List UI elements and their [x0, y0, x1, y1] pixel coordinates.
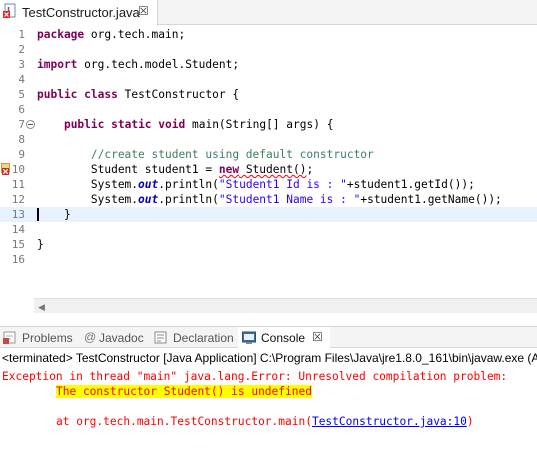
tab-label: Problems: [22, 331, 73, 345]
code-line: 10 Student student1 = new Student();: [0, 162, 537, 177]
console-status-text: <terminated> TestConstructor [Java Appli…: [2, 351, 537, 365]
code-line: 3 import org.tech.model.Student;: [0, 57, 537, 72]
horizontal-scrollbar[interactable]: ◀: [34, 298, 537, 313]
fold-toggle-icon[interactable]: [26, 120, 35, 129]
line-number: 5: [18, 88, 25, 101]
line-number: 7: [18, 118, 25, 131]
tab-label: Javadoc: [99, 331, 144, 345]
java-file-error-icon: J: [3, 3, 16, 18]
code-line: 7 public static void main(String[] args)…: [0, 117, 537, 132]
editor-tab-testconstructor[interactable]: J TestConstructor.java ☒: [0, 0, 158, 26]
at-sign-icon: @: [84, 330, 97, 344]
current-code-line: 13 }: [0, 207, 537, 222]
code-line: 6: [0, 102, 537, 117]
code-text: Student student1 = new Student();: [37, 163, 314, 176]
line-number: 9: [18, 148, 25, 161]
code-text: package org.tech.main;: [37, 28, 186, 41]
code-text: import org.tech.model.Student;: [37, 58, 240, 71]
line-number: 16: [11, 253, 25, 266]
code-editor[interactable]: 1 package org.tech.main; 2 3 import org.…: [0, 26, 537, 313]
code-line: 5 public class TestConstructor {: [0, 87, 537, 102]
line-number: 10: [11, 163, 25, 176]
code-line: 8: [0, 132, 537, 147]
editor-tab-label: TestConstructor.java: [22, 5, 140, 20]
editor-tab-bar: J TestConstructor.java ☒: [0, 0, 537, 26]
tab-label: Console: [261, 331, 306, 345]
code-text: }: [37, 208, 71, 221]
tab-javadoc[interactable]: @ Javadoc: [84, 327, 148, 348]
line-number: 11: [11, 178, 25, 191]
code-line: 4: [0, 72, 537, 87]
highlighted-error-text: The constructor Student() is undefined: [56, 385, 312, 398]
line-number: 13: [11, 208, 25, 221]
problems-icon: [3, 331, 16, 344]
code-line: 15 }: [0, 237, 537, 252]
close-icon[interactable]: ☒: [312, 330, 323, 344]
console-stack-line: at org.tech.main.TestConstructor.main(Te…: [56, 415, 474, 428]
console-error-line: Exception in thread "main" java.lang.Err…: [2, 370, 508, 383]
close-icon[interactable]: ☒: [138, 4, 149, 18]
views-tab-bar: Problems @ Javadoc Declaration Console ☒: [0, 326, 537, 348]
console-output[interactable]: <terminated> TestConstructor [Java Appli…: [0, 348, 537, 452]
stack-trace-link[interactable]: TestConstructor.java:10: [312, 415, 467, 428]
line-number: 3: [18, 58, 25, 71]
tab-label: Declaration: [173, 331, 234, 345]
line-number: 8: [18, 133, 25, 146]
code-line: 1 package org.tech.main;: [0, 27, 537, 42]
code-text: }: [37, 238, 44, 251]
line-number: 15: [11, 238, 25, 251]
declaration-icon: [154, 331, 167, 344]
line-number: 6: [18, 103, 25, 116]
console-error-message: The constructor Student() is undefined: [56, 384, 312, 399]
code-text: public class TestConstructor {: [37, 88, 240, 101]
tab-console[interactable]: Console ☒: [238, 327, 330, 348]
code-line: 12 System.out.println("Student1 Name is …: [0, 192, 537, 207]
scroll-left-icon[interactable]: ◀: [38, 302, 45, 313]
tab-declaration[interactable]: Declaration: [154, 327, 234, 348]
code-text: public static void main(String[] args) {: [63, 118, 334, 131]
code-line: 14: [0, 222, 537, 237]
line-number: 12: [11, 193, 25, 206]
code-text: System.out.println("Student1 Id is : "+s…: [37, 178, 475, 191]
code-line: 11 System.out.println("Student1 Id is : …: [0, 177, 537, 192]
code-comment: //create student using default construct…: [37, 148, 374, 161]
line-number: 1: [18, 28, 25, 41]
code-text: System.out.println("Student1 Name is : "…: [37, 193, 502, 206]
code-line: 9 //create student using default constru…: [0, 147, 537, 162]
code-line: 2: [0, 42, 537, 57]
line-number: 2: [18, 43, 25, 56]
tab-problems[interactable]: Problems: [3, 327, 75, 348]
line-number: 14: [11, 223, 25, 236]
console-icon: [242, 331, 256, 344]
code-line: 16: [0, 252, 537, 267]
line-number: 4: [18, 73, 25, 86]
